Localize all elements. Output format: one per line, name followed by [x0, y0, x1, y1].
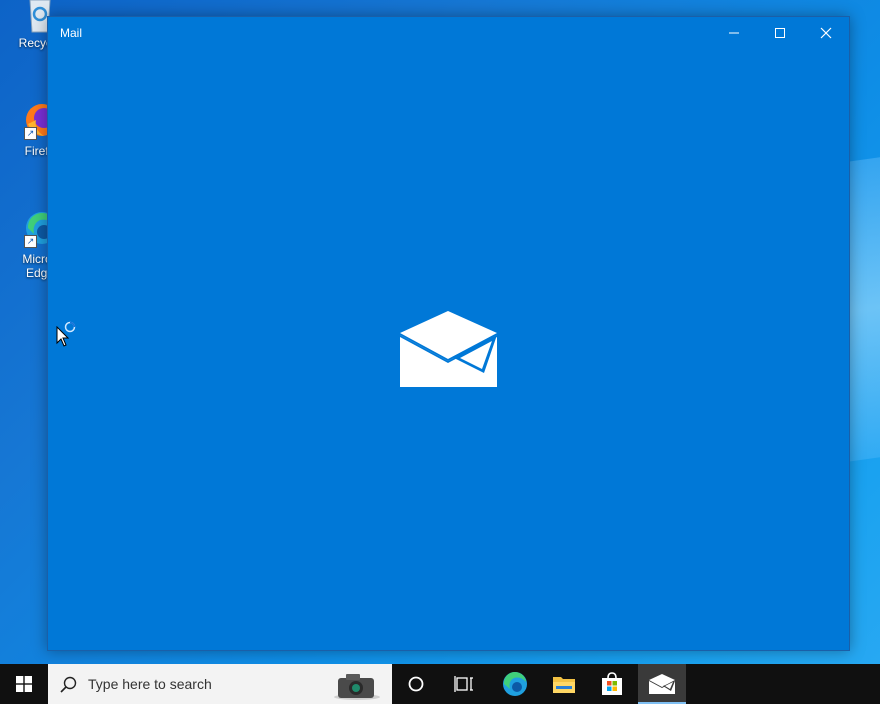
- cortana-circle-icon: [408, 676, 424, 692]
- window-title: Mail: [60, 26, 83, 40]
- close-icon: [820, 27, 832, 39]
- maximize-icon: [775, 28, 785, 38]
- taskbar-store-button[interactable]: [588, 664, 636, 704]
- minimize-icon: [729, 32, 739, 34]
- search-icon: [60, 676, 77, 693]
- taskbar-search-box[interactable]: Type here to search: [48, 664, 392, 704]
- task-view-button[interactable]: [440, 664, 488, 704]
- taskbar: Type here to search: [0, 664, 880, 704]
- loading-spinner-icon: [64, 321, 76, 333]
- start-button[interactable]: [0, 664, 48, 704]
- windows-logo-icon: [16, 676, 32, 692]
- taskbar-file-explorer-button[interactable]: [540, 664, 588, 704]
- search-placeholder: Type here to search: [88, 676, 212, 692]
- mail-window[interactable]: Mail: [47, 16, 850, 651]
- cortana-button[interactable]: [392, 664, 440, 704]
- desktop: Recycle ↗ Firefo ↗ Micros Edge Mail Type…: [0, 0, 880, 704]
- close-button[interactable]: [803, 17, 849, 49]
- taskbar-edge-button[interactable]: [491, 664, 539, 704]
- edge-icon: [503, 671, 527, 696]
- task-view-icon: [454, 676, 473, 692]
- title-bar[interactable]: Mail: [48, 17, 849, 49]
- mail-icon: [649, 674, 675, 694]
- maximize-button[interactable]: [757, 17, 803, 49]
- store-bag-icon: [602, 672, 622, 695]
- minimize-button[interactable]: [711, 17, 757, 49]
- mail-envelope-icon: [400, 311, 497, 387]
- shortcut-arrow-icon: ↗: [24, 127, 37, 140]
- taskbar-mail-button[interactable]: [638, 664, 686, 704]
- folder-icon: [553, 677, 575, 693]
- shortcut-arrow-icon: ↗: [24, 235, 37, 248]
- search-highlight-camera-icon: [334, 674, 380, 700]
